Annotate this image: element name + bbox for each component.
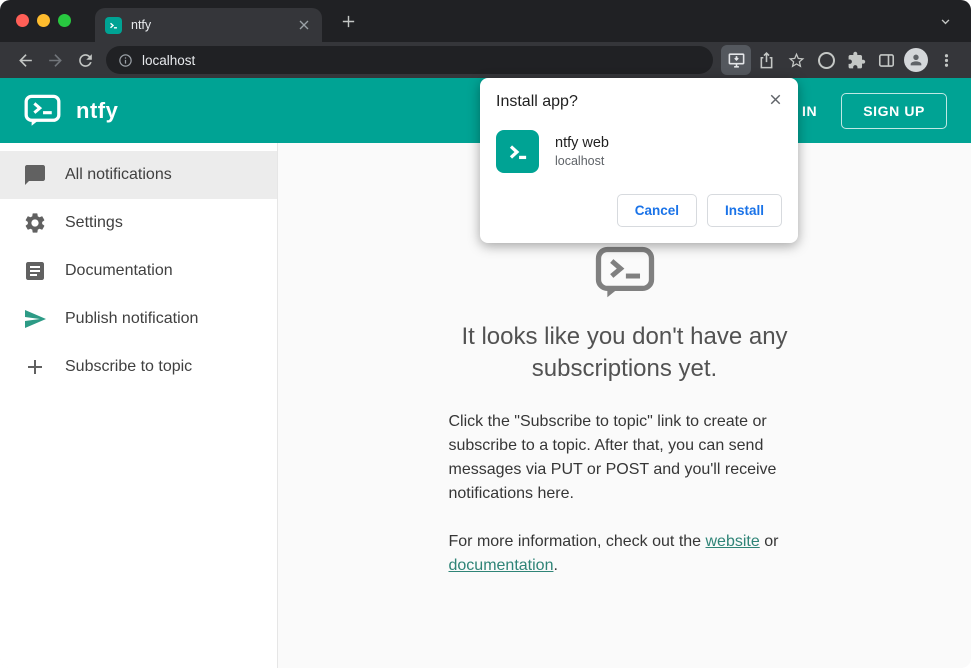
article-icon xyxy=(23,259,47,283)
install-dialog-title: Install app? xyxy=(496,93,578,110)
browser-toolbar: localhost xyxy=(0,42,971,78)
install-app-dialog: Install app? ntfy web localhost Cancel I… xyxy=(480,78,798,243)
refresh-button[interactable] xyxy=(70,45,100,75)
minimize-window-button[interactable] xyxy=(37,14,50,27)
sidebar-item-all-notifications[interactable]: All notifications xyxy=(0,151,277,199)
address-url: localhost xyxy=(142,52,196,68)
documentation-link[interactable]: documentation xyxy=(449,557,554,574)
gear-icon xyxy=(23,211,47,235)
new-tab-button[interactable] xyxy=(340,13,357,30)
tab-title: ntfy xyxy=(131,18,152,32)
address-bar[interactable]: localhost xyxy=(106,46,713,74)
website-link[interactable]: website xyxy=(706,533,760,550)
sidebar-item-label: Publish notification xyxy=(65,310,199,327)
bookmark-star-button[interactable] xyxy=(781,45,811,75)
browser-window: ntfy localhost ntfy SIGN IN SIGN UP xyxy=(0,0,971,668)
tab-strip: ntfy xyxy=(0,0,971,42)
profile-avatar xyxy=(904,48,928,72)
profile-button[interactable] xyxy=(901,45,931,75)
extension-badge-button[interactable] xyxy=(811,45,841,75)
traffic-lights xyxy=(16,14,71,27)
more-info-text: For more information, check out the xyxy=(448,532,706,550)
tab-search-chevron-icon[interactable] xyxy=(938,14,953,29)
empty-state: It looks like you don't have any subscri… xyxy=(402,246,848,578)
ntfy-logo-large-icon xyxy=(593,246,657,299)
empty-state-paragraph: Click the "Subscribe to topic" link to c… xyxy=(448,412,777,502)
chat-icon xyxy=(23,163,47,187)
sidebar-item-label: Subscribe to topic xyxy=(65,358,193,375)
sidebar-item-label: Settings xyxy=(65,214,123,231)
ntfy-logo-icon xyxy=(24,94,61,127)
send-icon xyxy=(23,307,47,331)
close-window-button[interactable] xyxy=(16,14,29,27)
tab-favicon-icon xyxy=(105,16,122,34)
empty-state-title: It looks like you don't have any subscri… xyxy=(461,323,788,382)
share-button[interactable] xyxy=(751,45,781,75)
install-app-button[interactable] xyxy=(721,45,751,75)
sidebar-item-documentation[interactable]: Documentation xyxy=(0,247,277,295)
install-app-origin: localhost xyxy=(555,154,605,168)
ntfy-app-icon xyxy=(496,130,539,173)
zoom-window-button[interactable] xyxy=(58,14,71,27)
sign-up-button[interactable]: SIGN UP xyxy=(841,92,947,129)
tab-close-icon[interactable] xyxy=(296,17,312,33)
sidebar-item-label: All notifications xyxy=(65,166,172,183)
more-info-text: or xyxy=(759,532,779,550)
install-dialog-actions: Cancel Install xyxy=(496,194,782,227)
install-app-name: ntfy web xyxy=(555,135,609,151)
install-dialog-app-row: ntfy web localhost xyxy=(496,130,782,173)
back-button[interactable] xyxy=(10,45,40,75)
forward-button[interactable] xyxy=(40,45,70,75)
extension-badge-icon xyxy=(817,51,835,69)
app-brand-name: ntfy xyxy=(76,97,119,123)
sidebar-item-label: Documentation xyxy=(65,262,173,279)
more-info-paragraph: For more information, check out the webs… xyxy=(449,530,801,578)
dialog-close-icon[interactable] xyxy=(767,91,784,108)
more-info-text: . xyxy=(553,556,558,574)
sidebar-item-publish-notification[interactable]: Publish notification xyxy=(0,295,277,343)
plus-icon xyxy=(23,355,47,379)
sidebar: All notifications Settings Documentation… xyxy=(0,143,278,668)
side-panel-button[interactable] xyxy=(871,45,901,75)
site-info-icon[interactable] xyxy=(118,53,133,68)
sidebar-item-settings[interactable]: Settings xyxy=(0,199,277,247)
extensions-button[interactable] xyxy=(841,45,871,75)
install-button[interactable]: Install xyxy=(706,194,782,227)
browser-menu-button[interactable] xyxy=(931,45,961,75)
cancel-button[interactable]: Cancel xyxy=(616,194,697,227)
sidebar-item-subscribe-to-topic[interactable]: Subscribe to topic xyxy=(0,343,277,391)
browser-tab[interactable]: ntfy xyxy=(95,8,322,42)
